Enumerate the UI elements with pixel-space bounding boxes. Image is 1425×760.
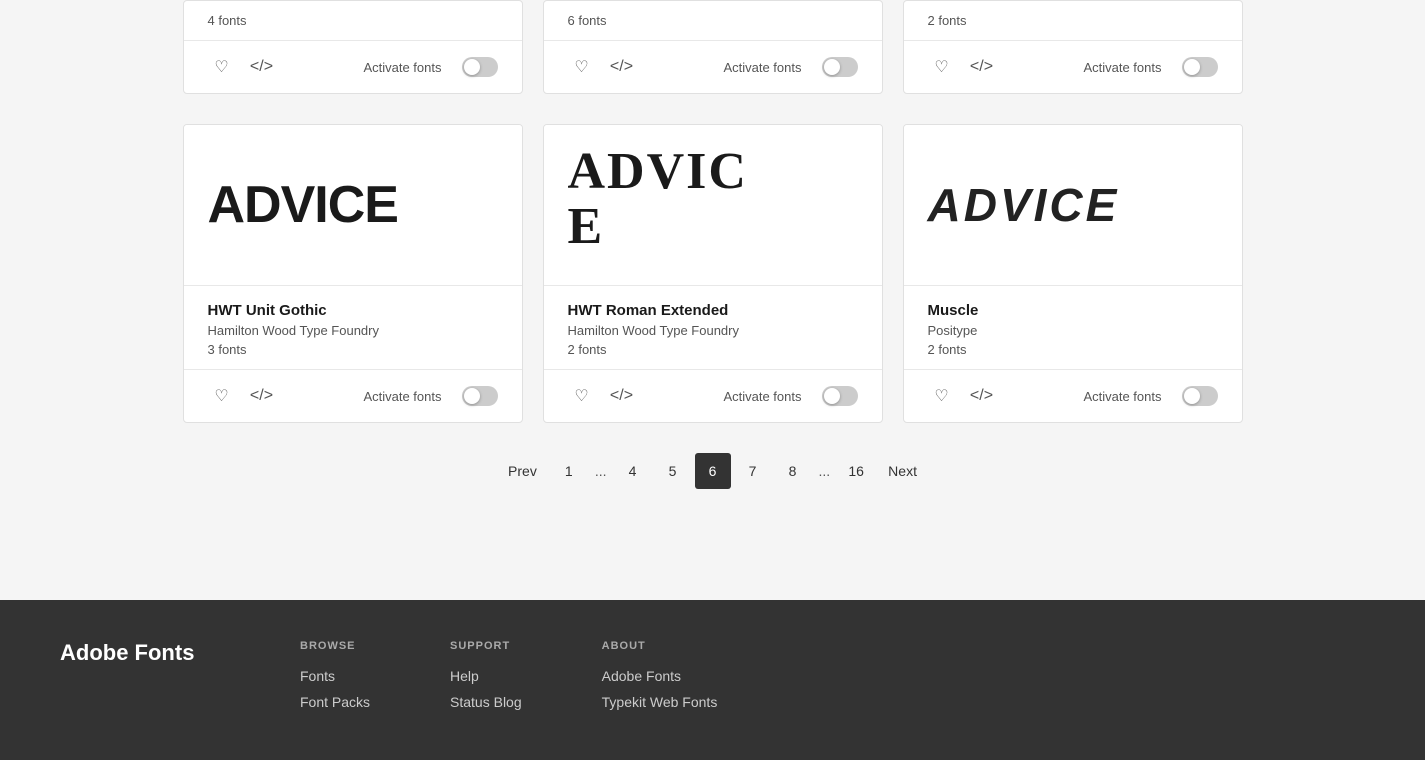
page-8-button[interactable]: 8 bbox=[775, 453, 811, 489]
font-actions-partial-3: ♡ </> Activate fonts bbox=[904, 40, 1242, 93]
page-16-button[interactable]: 16 bbox=[838, 453, 874, 489]
font-count-2: 2 fonts bbox=[568, 342, 858, 357]
activate-toggle-p1[interactable] bbox=[462, 57, 498, 77]
font-actions-partial-1: ♡ </> Activate fonts bbox=[184, 40, 522, 93]
next-button[interactable]: Next bbox=[878, 453, 927, 489]
embed-icon-2[interactable]: </> bbox=[608, 382, 636, 410]
font-actions-partial-2: ♡ </> Activate fonts bbox=[544, 40, 882, 93]
footer-link-help[interactable]: Help bbox=[450, 668, 522, 684]
font-foundry-1: Hamilton Wood Type Foundry bbox=[208, 323, 498, 338]
partial-count-1: 4 fonts bbox=[208, 13, 498, 28]
partial-card-2: 6 fonts ♡ </> Activate fonts bbox=[543, 0, 883, 94]
page-4-button[interactable]: 4 bbox=[615, 453, 651, 489]
font-info-2: HWT Roman Extended Hamilton Wood Type Fo… bbox=[544, 285, 882, 357]
embed-icon-p1[interactable]: </> bbox=[248, 53, 276, 81]
font-preview-text-1: ADVICE bbox=[208, 179, 398, 231]
partial-card-3: 2 fonts ♡ </> Activate fonts bbox=[903, 0, 1243, 94]
font-foundry-2: Hamilton Wood Type Foundry bbox=[568, 323, 858, 338]
activate-label-p3: Activate fonts bbox=[1083, 60, 1161, 75]
font-name-1: HWT Unit Gothic bbox=[208, 302, 498, 319]
font-preview-3: ADVICE bbox=[904, 125, 1242, 285]
activate-label-3: Activate fonts bbox=[1083, 389, 1161, 404]
font-count-3: 2 fonts bbox=[928, 342, 1218, 357]
footer-link-status-blog[interactable]: Status Blog bbox=[450, 694, 522, 710]
favorite-icon-2[interactable]: ♡ bbox=[568, 382, 596, 410]
embed-icon-p3[interactable]: </> bbox=[968, 53, 996, 81]
font-preview-text-3: ADVICE bbox=[928, 182, 1120, 228]
font-card-2: ADVICE HWT Roman Extended Hamilton Wood … bbox=[543, 124, 883, 423]
font-actions-1: ♡ </> Activate fonts bbox=[184, 369, 522, 422]
footer-columns: BROWSE Fonts Font Packs SUPPORT Help Sta… bbox=[300, 640, 1365, 720]
footer-support-title: SUPPORT bbox=[450, 640, 522, 652]
favorite-icon-p3[interactable]: ♡ bbox=[928, 53, 956, 81]
font-preview-1: ADVICE bbox=[184, 125, 522, 285]
font-count-1: 3 fonts bbox=[208, 342, 498, 357]
footer-link-adobe-fonts[interactable]: Adobe Fonts bbox=[602, 668, 718, 684]
footer-browse-title: BROWSE bbox=[300, 640, 370, 652]
footer-link-fonts[interactable]: Fonts bbox=[300, 668, 370, 684]
font-name-3: Muscle bbox=[928, 302, 1218, 319]
font-info-3: Muscle Positype 2 fonts bbox=[904, 285, 1242, 357]
favorite-icon-3[interactable]: ♡ bbox=[928, 382, 956, 410]
prev-button[interactable]: Prev bbox=[498, 453, 547, 489]
ellipsis-2: ... bbox=[815, 463, 835, 479]
activate-label-p2: Activate fonts bbox=[723, 60, 801, 75]
main-content: 4 fonts ♡ </> Activate fonts 6 fonts ♡ <… bbox=[0, 0, 1425, 600]
font-actions-3: ♡ </> Activate fonts bbox=[904, 369, 1242, 422]
partial-count-3: 2 fonts bbox=[928, 13, 1218, 28]
footer-column-about: ABOUT Adobe Fonts Typekit Web Fonts bbox=[602, 640, 718, 720]
partial-top-2: 6 fonts bbox=[544, 1, 882, 28]
font-card-3: ADVICE Muscle Positype 2 fonts ♡ </> Act… bbox=[903, 124, 1243, 423]
favorite-icon-1[interactable]: ♡ bbox=[208, 382, 236, 410]
footer-column-browse: BROWSE Fonts Font Packs bbox=[300, 640, 370, 720]
footer-link-typekit[interactable]: Typekit Web Fonts bbox=[602, 694, 718, 710]
font-card-1: ADVICE HWT Unit Gothic Hamilton Wood Typ… bbox=[183, 124, 523, 423]
top-row: 4 fonts ♡ </> Activate fonts 6 fonts ♡ <… bbox=[183, 0, 1243, 94]
footer: Adobe Fonts BROWSE Fonts Font Packs SUPP… bbox=[0, 600, 1425, 760]
embed-icon-1[interactable]: </> bbox=[248, 382, 276, 410]
activate-toggle-3[interactable] bbox=[1182, 386, 1218, 406]
activate-label-p1: Activate fonts bbox=[363, 60, 441, 75]
font-foundry-3: Positype bbox=[928, 323, 1218, 338]
footer-column-support: SUPPORT Help Status Blog bbox=[450, 640, 522, 720]
partial-top-1: 4 fonts bbox=[184, 1, 522, 28]
pagination: Prev 1 ... 4 5 6 7 8 ... 16 Next bbox=[20, 423, 1405, 529]
activate-toggle-p2[interactable] bbox=[822, 57, 858, 77]
activate-label-2: Activate fonts bbox=[723, 389, 801, 404]
footer-brand: Adobe Fonts bbox=[60, 640, 260, 720]
font-preview-text-2: ADVICE bbox=[568, 145, 858, 254]
embed-icon-p2[interactable]: </> bbox=[608, 53, 636, 81]
font-actions-2: ♡ </> Activate fonts bbox=[544, 369, 882, 422]
footer-brand-name: Adobe Fonts bbox=[60, 640, 260, 666]
font-info-1: HWT Unit Gothic Hamilton Wood Type Found… bbox=[184, 285, 522, 357]
activate-toggle-1[interactable] bbox=[462, 386, 498, 406]
ellipsis-1: ... bbox=[591, 463, 611, 479]
page-7-button[interactable]: 7 bbox=[735, 453, 771, 489]
activate-toggle-p3[interactable] bbox=[1182, 57, 1218, 77]
favorite-icon-p1[interactable]: ♡ bbox=[208, 53, 236, 81]
activate-label-1: Activate fonts bbox=[363, 389, 441, 404]
font-preview-2: ADVICE bbox=[544, 125, 882, 285]
favorite-icon-p2[interactable]: ♡ bbox=[568, 53, 596, 81]
footer-link-font-packs[interactable]: Font Packs bbox=[300, 694, 370, 710]
partial-card-1: 4 fonts ♡ </> Activate fonts bbox=[183, 0, 523, 94]
partial-top-3: 2 fonts bbox=[904, 1, 1242, 28]
font-grid: ADVICE HWT Unit Gothic Hamilton Wood Typ… bbox=[183, 114, 1243, 423]
partial-count-2: 6 fonts bbox=[568, 13, 858, 28]
footer-about-title: ABOUT bbox=[602, 640, 718, 652]
page-5-button[interactable]: 5 bbox=[655, 453, 691, 489]
page-6-button[interactable]: 6 bbox=[695, 453, 731, 489]
embed-icon-3[interactable]: </> bbox=[968, 382, 996, 410]
font-name-2: HWT Roman Extended bbox=[568, 302, 858, 319]
activate-toggle-2[interactable] bbox=[822, 386, 858, 406]
page-1-button[interactable]: 1 bbox=[551, 453, 587, 489]
